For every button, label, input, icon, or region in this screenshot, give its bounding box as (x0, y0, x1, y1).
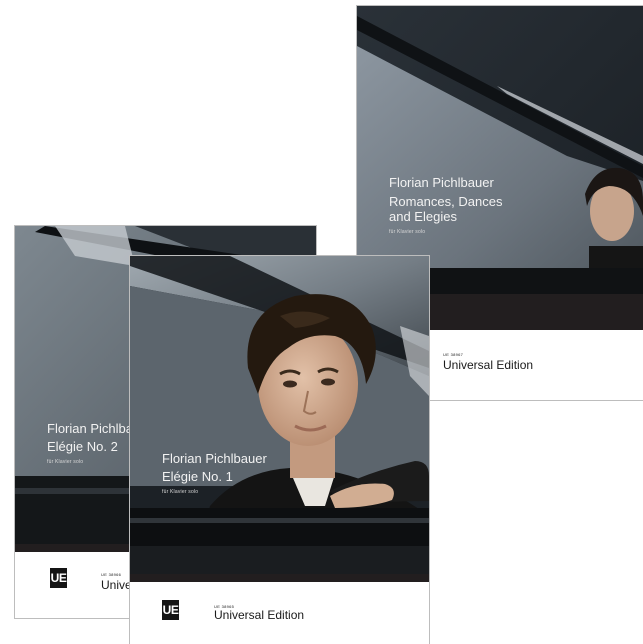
publisher-name: Universal Edition (443, 358, 534, 372)
pianist-photo-image (130, 256, 429, 574)
pianist-photo-image (357, 6, 643, 294)
work-title-line2: and Elegies (389, 209, 457, 224)
instrumentation: für Klavier solo (389, 229, 426, 235)
catalog-number: UE 38966 (101, 572, 122, 577)
dark-band (130, 574, 429, 582)
work-title: Elégie No. 2 (47, 439, 118, 454)
ue-logo: UE (162, 600, 179, 620)
instrumentation: für Klavier solo (47, 459, 84, 465)
work-title: Elégie No. 1 (162, 469, 233, 484)
work-title: Romances, Dances (389, 194, 503, 209)
composer-name: Florian Pichlbauer (389, 175, 494, 190)
cover-photo (357, 6, 643, 294)
cover-elegie-no-1[interactable]: Florian Pichlbauer Elégie No. 1 für Klav… (130, 256, 429, 644)
instrumentation: für Klavier solo (162, 489, 199, 495)
composer-name: Florian Pichlbauer (162, 451, 267, 466)
ue-logo: UE (50, 568, 67, 588)
catalog-number: UE 38967 (443, 352, 464, 357)
cover-photo (130, 256, 429, 574)
publisher-name: Universal Edition (214, 608, 305, 622)
